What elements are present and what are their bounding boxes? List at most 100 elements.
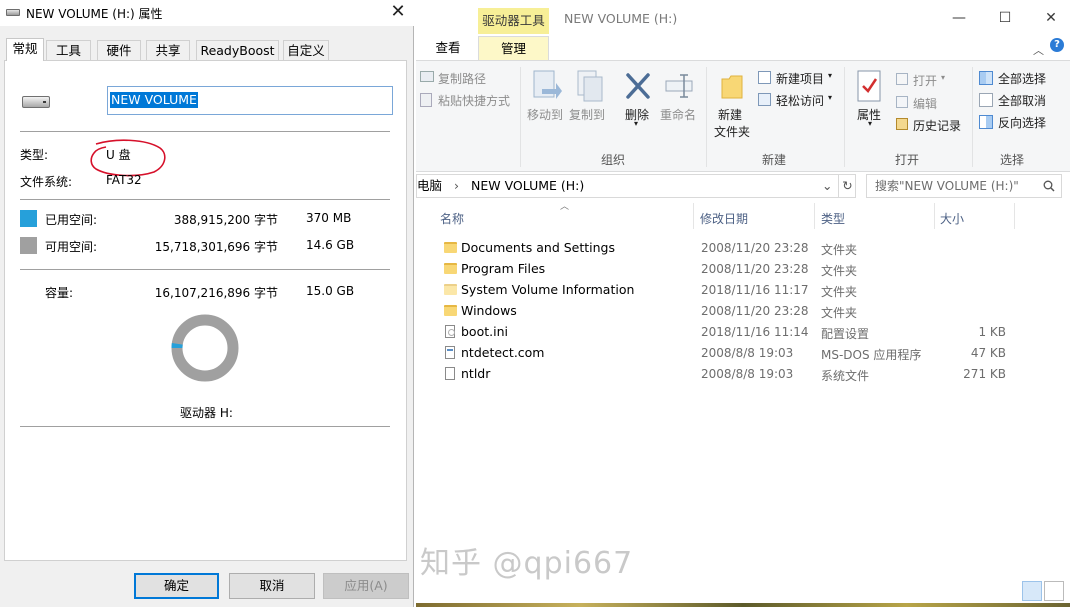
column-header-size[interactable]: 大小 (940, 210, 964, 227)
divider (20, 131, 390, 132)
history-button[interactable]: 历史记录 (913, 117, 961, 134)
file-name: boot.ini (461, 324, 508, 339)
file-type: 文件夹 (821, 243, 858, 257)
copy-path-button[interactable]: 复制路径 (438, 70, 486, 87)
breadcrumb-current[interactable]: NEW VOLUME (H:) (471, 178, 584, 193)
ok-button[interactable]: 确定 (134, 573, 219, 599)
search-placeholder: 搜索"NEW VOLUME (H:)" (875, 179, 1019, 193)
copy-to-icon (577, 70, 603, 102)
new-item-button[interactable]: 新建项目 (776, 70, 824, 87)
large-icons-view-icon[interactable] (1044, 581, 1064, 601)
divider (20, 269, 390, 270)
select-none-icon (979, 93, 993, 107)
collapse-ribbon-icon[interactable]: ︿ (1033, 42, 1044, 58)
tab-customize[interactable]: 自定义 (283, 40, 329, 60)
file-explorer-window: 驱动器工具 NEW VOLUME (H:) — ☐ ✕ 查看 管理 ︿ ? 复制… (416, 0, 1070, 607)
file-date: 2008/11/20 23:28 (701, 304, 809, 318)
file-size: 1 KB (978, 325, 1006, 339)
divider (20, 199, 390, 200)
move-to-button[interactable]: 移动到 (527, 106, 563, 123)
drive-tools-context-header: 驱动器工具 (478, 8, 549, 34)
tab-sharing[interactable]: 共享 (146, 40, 190, 60)
capacity-bytes: 16,107,216,896 字节 (154, 286, 278, 300)
file-date: 2018/11/16 11:14 (701, 325, 809, 339)
used-space-size: 370 MB (306, 211, 352, 225)
paste-shortcut-button[interactable]: 粘贴快捷方式 (438, 92, 510, 109)
file-row[interactable]: ntdetect.com 2008/8/8 19:03 MS-DOS 应用程序 … (436, 343, 1016, 364)
open-button[interactable]: 打开 (913, 72, 937, 89)
file-row[interactable]: Documents and Settings 2008/11/20 23:28 … (436, 238, 1016, 259)
used-space-swatch (20, 210, 37, 227)
new-item-icon (758, 71, 771, 84)
group-organize-label: 组织 (601, 153, 626, 167)
new-folder-button-line1[interactable]: 新建 (718, 106, 742, 123)
file-row[interactable]: Program Files 2008/11/20 23:28 文件夹 (436, 259, 1016, 280)
tab-readyboost[interactable]: ReadyBoost (196, 40, 279, 60)
file-name: ntldr (461, 366, 491, 381)
search-input[interactable]: 搜索"NEW VOLUME (H:)" (866, 174, 1062, 198)
easy-access-dropdown-icon[interactable]: ▾ (828, 93, 832, 102)
used-space-label: 已用空间: (45, 213, 98, 227)
open-dropdown-icon[interactable]: ▾ (941, 73, 945, 82)
tab-tools[interactable]: 工具 (46, 40, 91, 60)
watermark: 知乎 @qpi667 (420, 546, 634, 581)
file-row[interactable]: boot.ini 2018/11/16 11:14 配置设置 1 KB (436, 322, 1016, 343)
folder-icon (444, 263, 457, 274)
file-date: 2018/11/16 11:17 (701, 283, 809, 297)
copy-to-button[interactable]: 复制到 (569, 106, 605, 123)
edit-button[interactable]: 编辑 (913, 95, 937, 112)
minimize-icon[interactable]: — (936, 6, 982, 30)
view-toggle (1022, 581, 1066, 603)
dialog-title: NEW VOLUME (H:) 属性 (26, 7, 163, 21)
file-name: System Volume Information (461, 282, 635, 297)
delete-dropdown-icon[interactable]: ▾ (634, 119, 638, 128)
close-window-icon[interactable]: ✕ (1028, 6, 1070, 30)
drive-letter-label: 驱动器 H: (180, 406, 233, 420)
rename-icon (665, 74, 693, 98)
rename-button[interactable]: 重命名 (660, 106, 696, 123)
capacity-size: 15.0 GB (306, 284, 355, 298)
new-folder-button-line2[interactable]: 文件夹 (714, 123, 750, 140)
file-type: MS-DOS 应用程序 (821, 348, 922, 362)
apply-button[interactable]: 应用(A) (323, 573, 409, 599)
help-icon[interactable]: ? (1050, 38, 1064, 52)
file-type: 文件夹 (821, 306, 858, 320)
maximize-icon[interactable]: ☐ (982, 6, 1028, 30)
details-view-icon[interactable] (1022, 581, 1042, 601)
tab-general[interactable]: 常规 (6, 38, 44, 61)
invert-selection-icon (979, 115, 993, 129)
open-icon (896, 73, 908, 85)
tab-hardware[interactable]: 硬件 (97, 40, 141, 60)
refresh-icon[interactable]: ↻ (838, 175, 855, 197)
new-item-dropdown-icon[interactable]: ▾ (828, 71, 832, 80)
tab-manage[interactable]: 管理 (478, 36, 549, 61)
cancel-button[interactable]: 取消 (229, 573, 315, 599)
dialog-titlebar: NEW VOLUME (H:) 属性 ✕ (0, 0, 414, 26)
column-header-name[interactable]: 名称 (440, 210, 464, 227)
folder-icon (444, 305, 457, 316)
file-row[interactable]: Windows 2008/11/20 23:28 文件夹 (436, 301, 1016, 322)
filesystem-label: 文件系统: (20, 175, 73, 189)
file-date: 2008/11/20 23:28 (701, 262, 809, 276)
address-bar[interactable]: 电脑 › NEW VOLUME (H:) ⌄ ↻ (416, 174, 856, 198)
easy-access-icon (758, 93, 771, 106)
breadcrumb-this-pc[interactable]: 电脑 (417, 178, 442, 193)
divider (20, 426, 390, 427)
select-none-button[interactable]: 全部取消 (998, 92, 1046, 109)
column-header-date[interactable]: 修改日期 (700, 210, 748, 227)
file-type: 文件夹 (821, 264, 858, 278)
file-name: Program Files (461, 261, 546, 276)
properties-dropdown-icon[interactable]: ▾ (868, 119, 872, 128)
file-row[interactable]: ntldr 2008/8/8 19:03 系统文件 271 KB (436, 364, 1016, 385)
file-row[interactable]: System Volume Information 2018/11/16 11:… (436, 280, 1016, 301)
invert-selection-button[interactable]: 反向选择 (998, 114, 1046, 131)
close-icon[interactable]: ✕ (388, 1, 408, 23)
column-header-type[interactable]: 类型 (821, 210, 845, 227)
select-all-button[interactable]: 全部选择 (998, 70, 1046, 87)
tab-view[interactable]: 查看 (424, 36, 472, 61)
volume-name-input[interactable]: NEW VOLUME (107, 86, 393, 115)
address-dropdown-icon[interactable]: ⌄ (822, 175, 832, 197)
system-folder-icon (444, 284, 457, 295)
filesystem-value: FAT32 (106, 173, 142, 187)
easy-access-button[interactable]: 轻松访问 (776, 92, 824, 109)
